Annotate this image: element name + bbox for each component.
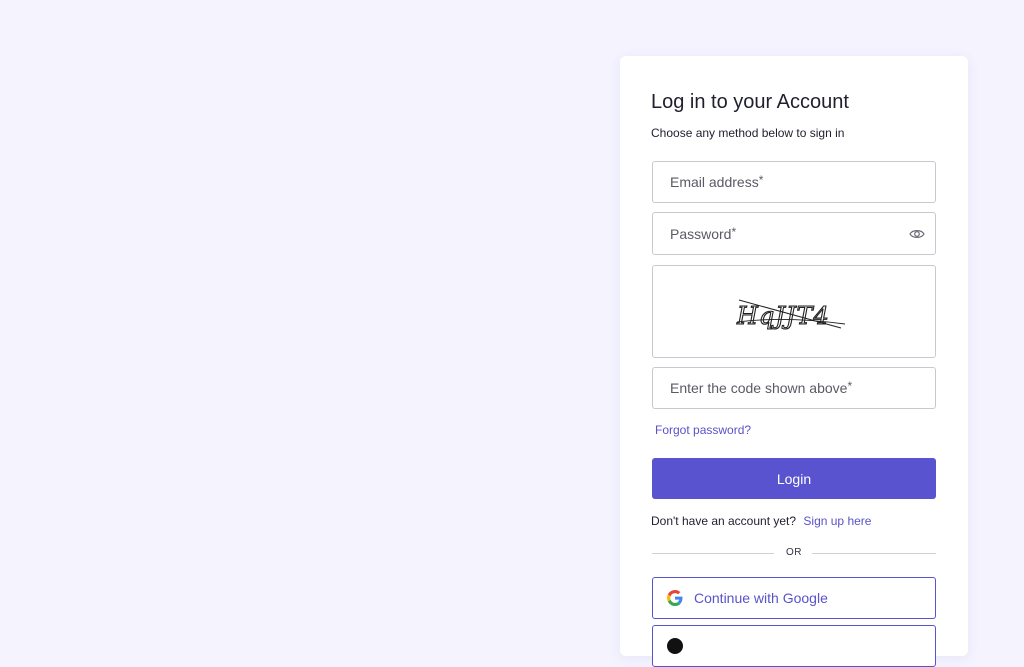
google-signin-button[interactable]: Continue with Google [652, 577, 936, 619]
email-field-label: Email address* [670, 173, 764, 190]
divider-line-right [812, 553, 936, 554]
signup-row: Don't have an account yet? Sign up here [651, 514, 871, 528]
captcha-code-field[interactable]: Enter the code shown above* [652, 367, 936, 409]
captcha-image: HqJJT4 [735, 299, 846, 331]
required-mark: * [731, 224, 737, 239]
captcha-box: HqJJT4 [652, 265, 936, 358]
provider-logo-icon [667, 638, 683, 654]
email-field[interactable]: Email address* [652, 161, 936, 203]
eye-icon[interactable] [909, 226, 925, 242]
google-signin-label: Continue with Google [694, 590, 828, 606]
signup-question: Don't have an account yet? [651, 514, 797, 528]
google-icon [667, 590, 683, 606]
required-mark: * [847, 379, 853, 393]
signup-link[interactable]: Sign up here [803, 514, 871, 528]
alternate-signin-button[interactable] [652, 625, 936, 667]
password-field[interactable]: Password* [652, 212, 936, 255]
page-title: Log in to your Account [651, 91, 849, 113]
captcha-code-label: Enter the code shown above* [670, 379, 853, 396]
forgot-password-link[interactable]: Forgot password? [655, 423, 751, 437]
page-subtitle: Choose any method below to sign in [651, 126, 845, 140]
password-field-label: Password* [670, 224, 737, 242]
required-mark: * [758, 173, 764, 187]
or-divider: OR [652, 547, 936, 559]
login-card: Log in to your Account Choose any method… [620, 56, 968, 667]
svg-text:HqJJT4: HqJJT4 [736, 302, 830, 330]
login-button[interactable]: Login [652, 458, 936, 499]
